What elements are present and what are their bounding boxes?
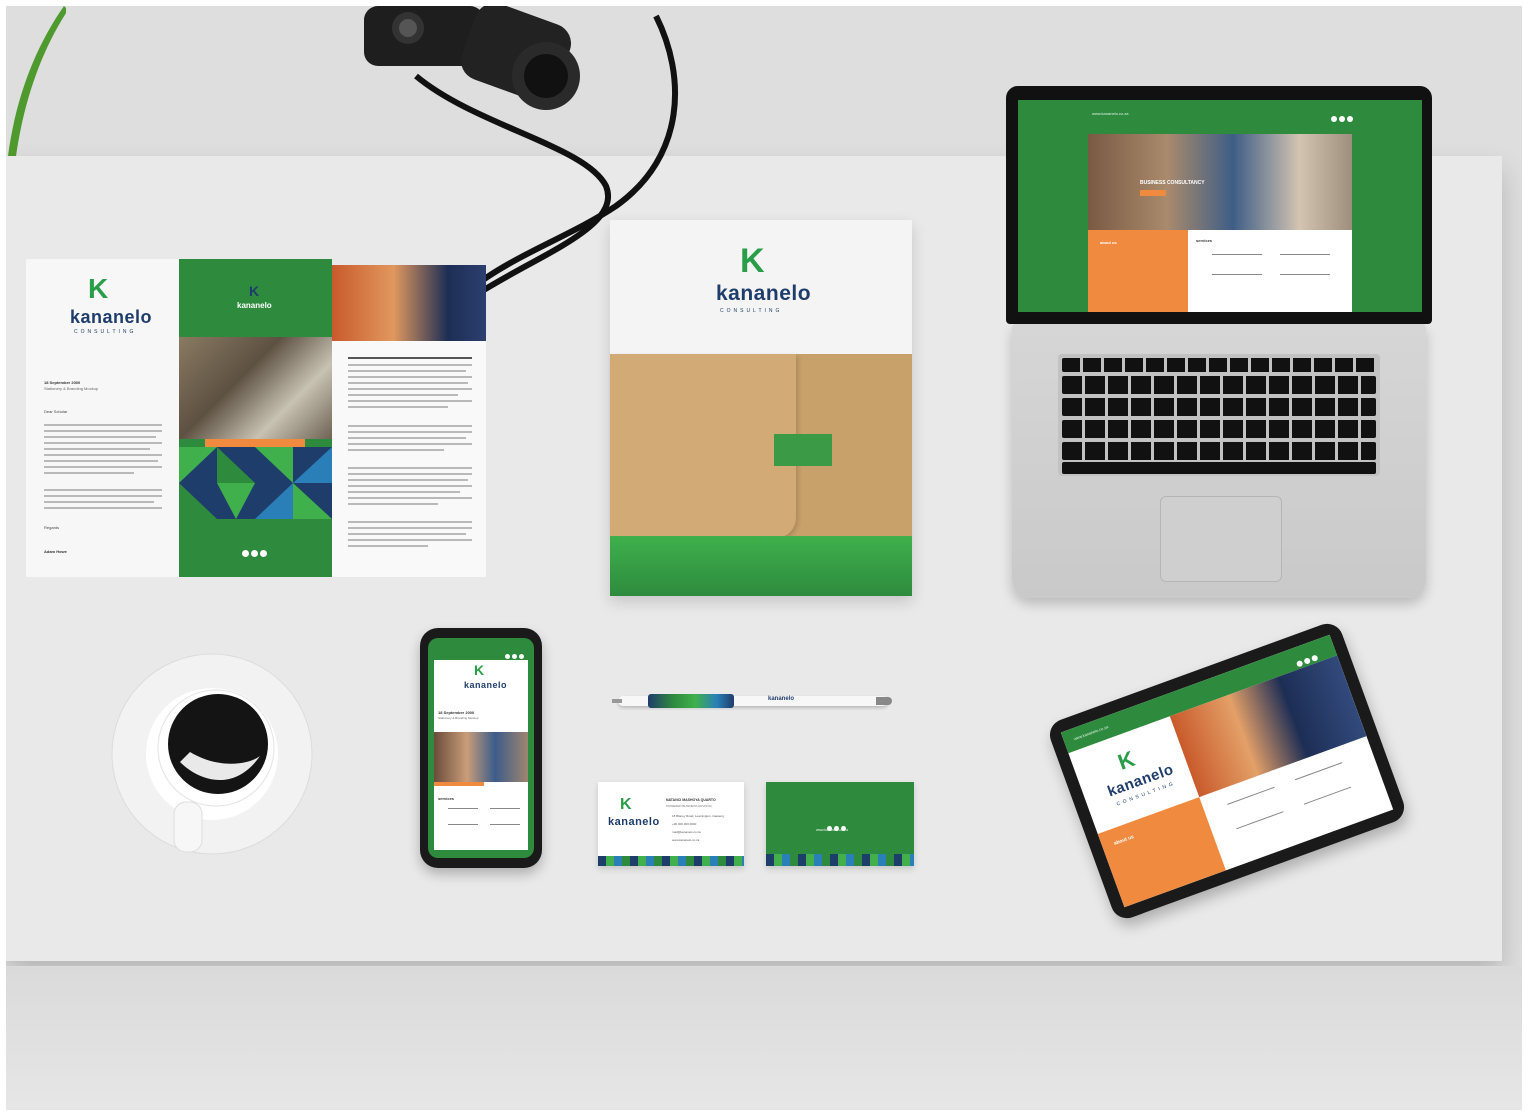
laptop-keyboard[interactable] (1058, 354, 1380, 476)
phone-date: 18 September 2000 (438, 710, 475, 715)
card-line-address: 18 Blaney Road, Leamington, Gauteng (672, 814, 724, 818)
card-line-web: www.kananelo.co.za (672, 838, 700, 842)
letter-greeting: Dear Scholar (44, 409, 68, 414)
facebook-icon (1331, 116, 1337, 122)
laptop-about-heading: about us (1100, 240, 1117, 245)
pen-icon: kananelo (612, 688, 894, 712)
brochure-middle-panel: K kananelo (179, 259, 332, 577)
brochure-logo-icon: K (88, 273, 109, 304)
folder-green-band (610, 536, 912, 596)
brochure-logo-name: kananelo (70, 307, 153, 327)
linkedin-icon (1310, 654, 1319, 663)
conference-photo (332, 265, 486, 341)
card-back-url: www.kananelo.co.za (816, 828, 848, 832)
laptop-about-block: about us (1088, 230, 1188, 312)
letterhead-panel: K kananelo CONSULTING 18 September 2000 … (26, 259, 179, 577)
laptop-url: www.kananelo.co.za (1092, 111, 1129, 116)
letter-date: 18 September 2000 (44, 380, 81, 385)
laptop-hero-image (1088, 134, 1352, 230)
business-card-front: K kananelo NATANCI MASHOYA QUARTO POWERE… (598, 782, 744, 866)
laptop-social-icons (1330, 109, 1354, 127)
phone-subtitle: Stationery & Branding Mockup (438, 716, 479, 720)
office-photo (179, 337, 332, 439)
linkedin-icon (519, 654, 524, 659)
laptop-services-block: services (1188, 230, 1352, 312)
card-back-pattern (766, 854, 914, 866)
business-card-back: www.kananelo.co.za (766, 782, 914, 866)
card-line-email: mail@kananelo.co.za (672, 830, 701, 834)
middle-logo-name: kananelo (237, 301, 272, 310)
laptop-trackpad[interactable] (1160, 496, 1282, 582)
phone-orange-bar (434, 782, 484, 786)
card-logo-icon: K (620, 796, 632, 813)
smartphone: K kananelo 18 September 2000 Stationery … (420, 628, 542, 868)
card-line-phone: +00 000 000 0000 (672, 822, 697, 826)
mockup-scene: K kananelo CONSULTING 18 September 2000 … (6, 6, 1522, 1110)
card-title-line: POWERED BUSINESS ADVISOR (666, 804, 712, 808)
geometric-pattern (179, 447, 332, 519)
phone-logo-name: kananelo (464, 680, 508, 690)
laptop-hero-text: BUSINESS CONSULTANCY (1140, 180, 1205, 186)
pen-grip (648, 694, 734, 708)
laptop-website: www.kananelo.co.za BUSINESS CONSULTANCY … (1018, 100, 1422, 312)
letter-signature: Adam Howe (44, 549, 67, 554)
phone-photo (434, 732, 528, 782)
laptop-base (1012, 324, 1426, 598)
brochure-right-panel (332, 265, 486, 577)
laptop-services-heading: services (1196, 238, 1213, 243)
pen-label: kananelo (768, 696, 795, 702)
twitter-icon (251, 550, 258, 557)
letter-closing: Regards (44, 525, 60, 530)
facebook-icon (1295, 659, 1304, 668)
phone-screen: K kananelo 18 September 2000 Stationery … (428, 638, 534, 858)
brochure-social-icons (241, 544, 268, 562)
coffee-cup-icon (110, 652, 320, 862)
presentation-folder: K kananelo CONSULTING (610, 220, 912, 596)
phone-logo-icon: K (474, 662, 485, 678)
brochure-logo-tagline: CONSULTING (74, 329, 137, 335)
plant-leaf (6, 6, 68, 156)
phone-services-heading: services (438, 796, 455, 801)
phone-content: 18 September 2000 Stationery & Branding … (434, 700, 528, 850)
card-logo-name: kananelo (608, 816, 660, 828)
linkedin-icon (260, 550, 267, 557)
folder-logo-tagline: CONSULTING (720, 308, 783, 314)
card-front-pattern (598, 856, 744, 866)
twitter-icon (512, 654, 517, 659)
facebook-icon (242, 550, 249, 557)
kraft-flap (610, 354, 796, 538)
card-back-social-icons (826, 818, 847, 836)
tablet-logo-icon: K (1114, 745, 1138, 775)
tablet-url: www.kananelo.co.za (1072, 724, 1109, 742)
twitter-icon (1303, 657, 1312, 665)
laptop: www.kananelo.co.za BUSINESS CONSULTANCY … (1002, 86, 1436, 598)
card-name-line: NATANCI MASHOYA QUARTO (666, 798, 716, 802)
folder-clasp (774, 434, 832, 466)
folder-logo-name: kananelo (716, 282, 812, 305)
twitter-icon (1339, 116, 1345, 122)
facebook-icon (505, 654, 510, 659)
phone-header-card: K kananelo (434, 660, 528, 700)
letter-subtitle: Stationery & Branding Mockup (44, 386, 99, 391)
middle-logo-icon: K (249, 283, 260, 299)
folder-logo-icon: K (740, 242, 765, 280)
floor (6, 966, 1522, 1110)
tablet-about-heading: about us (1113, 834, 1135, 847)
trifold-brochure: K kananelo CONSULTING 18 September 2000 … (26, 259, 486, 577)
orange-stripe (205, 439, 305, 447)
linkedin-icon (1347, 116, 1353, 122)
laptop-hero-button[interactable] (1140, 190, 1166, 196)
